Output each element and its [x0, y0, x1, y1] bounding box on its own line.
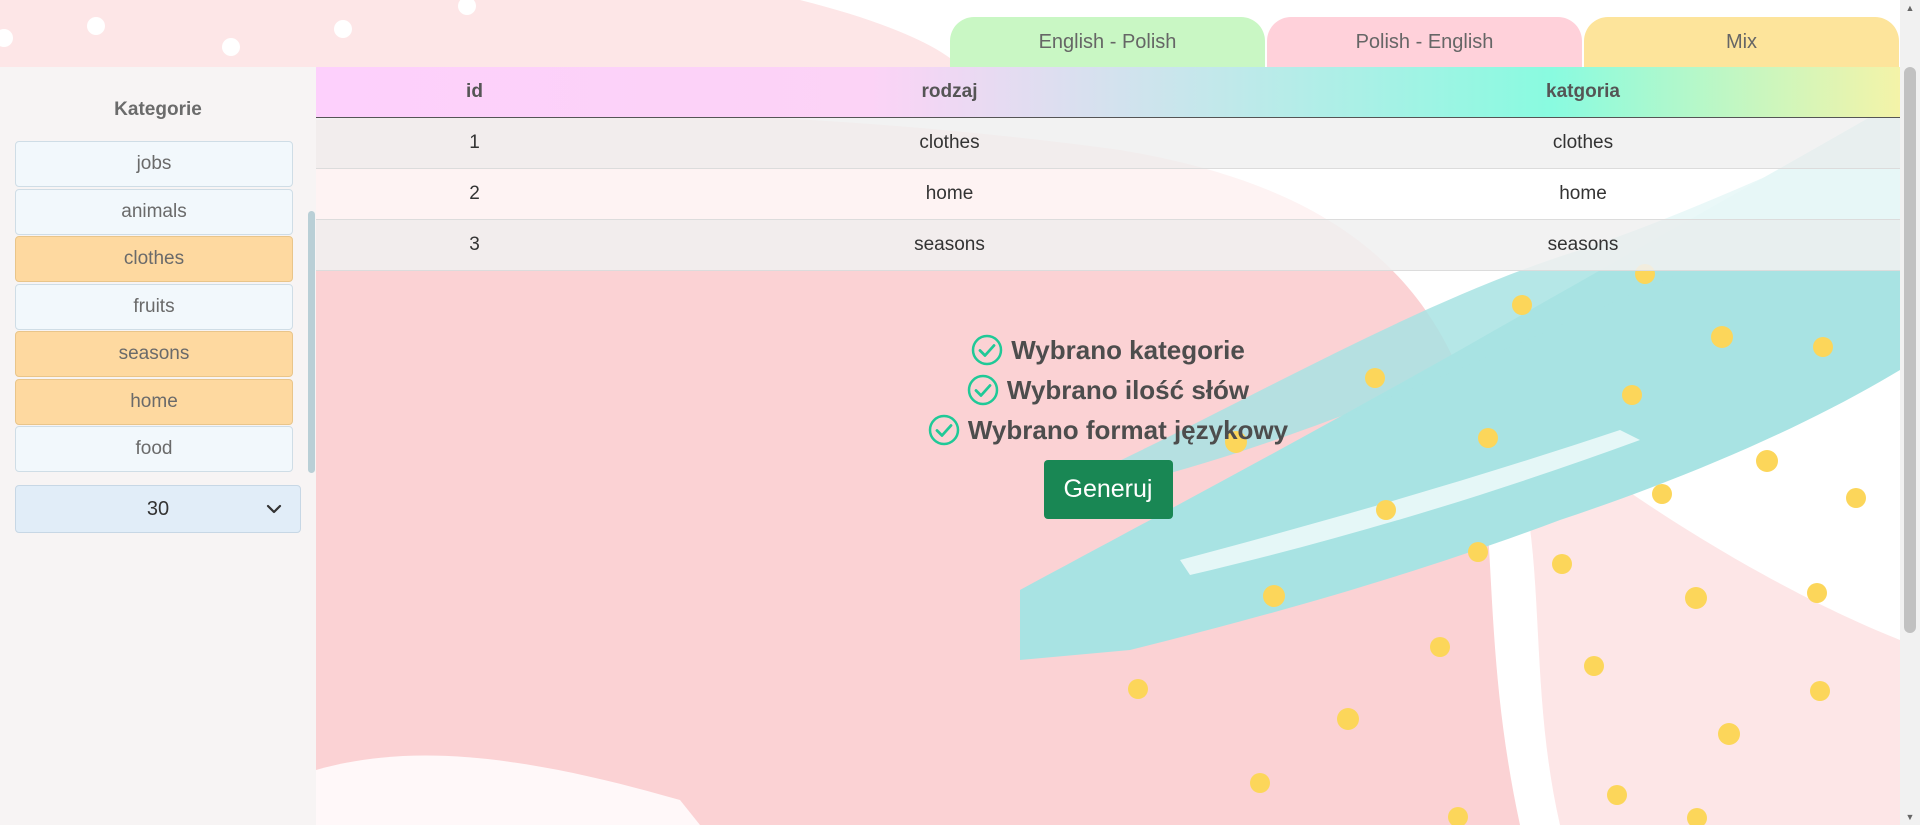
table-header-row: id rodzaj katgoria	[316, 67, 1900, 117]
category-item-food[interactable]: food	[15, 426, 293, 472]
chevron-down-icon	[266, 504, 282, 514]
cell-katgoria: home	[1559, 182, 1607, 204]
category-scrollbar-thumb[interactable]	[308, 211, 315, 473]
column-header-katgoria: katgoria	[1546, 80, 1620, 102]
cell-id: 2	[469, 182, 480, 204]
cell-id: 3	[469, 233, 480, 255]
scroll-down-arrow-icon[interactable]: ▼	[1900, 809, 1920, 825]
tab-english-polish[interactable]: English - Polish	[950, 17, 1265, 67]
cell-id: 1	[469, 131, 480, 153]
tab-polish-english[interactable]: Polish - English	[1267, 17, 1582, 67]
check-circle-icon	[971, 334, 1003, 366]
word-count-select[interactable]: 30	[15, 485, 301, 533]
generate-button[interactable]: Generuj	[1043, 460, 1173, 519]
column-header-id: id	[466, 80, 483, 102]
check-circle-icon	[928, 414, 960, 446]
word-count-value: 30	[146, 497, 170, 520]
status-line-categories: Wybrano kategorie	[971, 330, 1245, 370]
category-item-clothes[interactable]: clothes	[15, 236, 293, 282]
category-item-seasons[interactable]: seasons	[15, 331, 293, 377]
words-table: id rodzaj katgoria 1 clothes clothes 2 h…	[316, 67, 1900, 271]
sidebar-title: Kategorie	[114, 99, 202, 120]
status-text: Wybrano ilość słów	[1006, 374, 1250, 405]
category-list: jobs animals clothes fruits seasons home…	[15, 141, 293, 474]
cell-rodzaj: seasons	[914, 233, 985, 255]
cell-rodzaj: clothes	[919, 131, 980, 153]
column-header-rodzaj: rodzaj	[921, 80, 978, 102]
sidebar: Kategorie jobs animals clothes fruits se…	[0, 67, 316, 825]
status-panel: Wybrano kategorie Wybrano ilość słów Wyb…	[316, 330, 1900, 519]
tab-mix[interactable]: Mix	[1584, 17, 1899, 67]
category-item-home[interactable]: home	[15, 378, 293, 425]
page-scrollbar-thumb[interactable]	[1904, 67, 1916, 633]
category-item-fruits[interactable]: fruits	[15, 283, 293, 330]
status-text: Wybrano format językowy	[967, 414, 1289, 445]
page-scrollbar[interactable]: ▲ ▼	[1900, 0, 1920, 825]
status-line-language-format: Wybrano format językowy	[928, 410, 1288, 450]
scroll-up-arrow-icon[interactable]: ▲	[1900, 0, 1920, 16]
cell-katgoria: seasons	[1547, 233, 1619, 255]
table-row: 1 clothes clothes	[316, 117, 1900, 168]
table-row: 3 seasons seasons	[316, 219, 1900, 270]
status-text: Wybrano kategorie	[1011, 334, 1245, 365]
table-row: 2 home home	[316, 168, 1900, 219]
language-tabs: English - Polish Polish - English Mix	[950, 17, 1899, 67]
cell-katgoria: clothes	[1552, 131, 1614, 153]
cell-rodzaj: home	[925, 182, 974, 204]
status-line-word-count: Wybrano ilość słów	[967, 370, 1249, 410]
category-item-jobs[interactable]: jobs	[15, 141, 293, 187]
category-item-animals[interactable]: animals	[15, 188, 293, 235]
check-circle-icon	[967, 374, 999, 406]
